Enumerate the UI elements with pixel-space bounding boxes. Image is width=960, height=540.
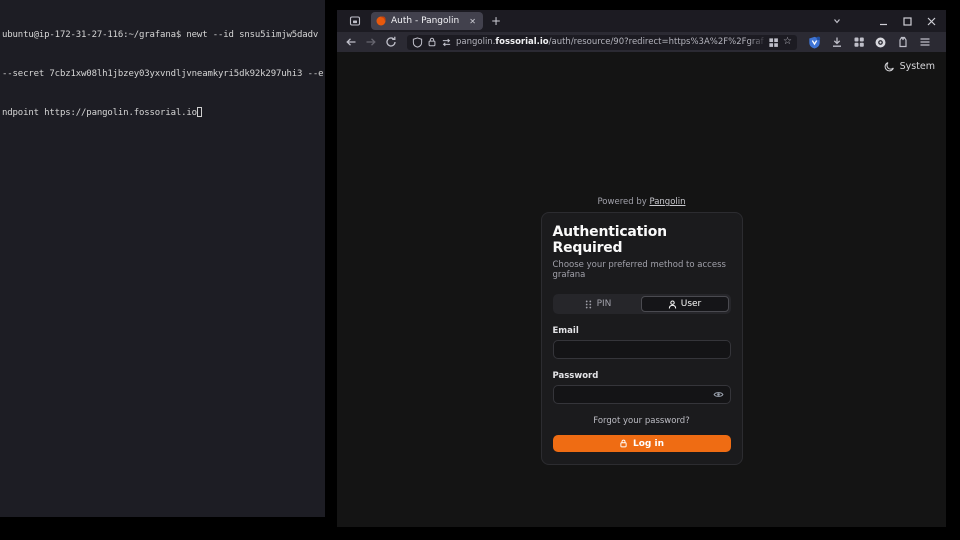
- auth-method-tabs: PIN User: [553, 294, 731, 314]
- tab-title: Auth - Pangolin: [391, 16, 462, 26]
- email-field-wrap: [553, 340, 731, 359]
- adblock-shield-icon[interactable]: [807, 35, 822, 50]
- card-title: Authentication Required: [553, 224, 731, 256]
- show-password-eye-icon[interactable]: [713, 389, 724, 400]
- tab-auth-pangolin[interactable]: Auth - Pangolin ✕: [371, 12, 483, 30]
- url-fade: [749, 35, 767, 50]
- pangolin-favicon: [376, 16, 386, 26]
- circle-extension-icon[interactable]: [873, 35, 888, 50]
- card-subtitle: Choose your preferred method to access g…: [553, 260, 731, 280]
- downloads-icon[interactable]: [829, 35, 844, 50]
- auth-card: Authentication Required Choose your pref…: [541, 212, 743, 465]
- terminal-cursor: [197, 107, 202, 117]
- email-input[interactable]: [560, 345, 724, 355]
- containers-grid-icon[interactable]: [768, 37, 779, 48]
- keypad-icon: [584, 300, 593, 309]
- tab-user-label: User: [681, 299, 702, 309]
- url-text: pangolin.fossorial.io/auth/resource/90?r…: [456, 37, 764, 47]
- new-tab-button[interactable]: +: [487, 12, 505, 30]
- tab-close-icon[interactable]: ✕: [467, 17, 478, 26]
- bookmark-star-icon[interactable]: ☆: [783, 37, 792, 47]
- terminal-line: ndpoint https://pangolin.fossorial.io: [2, 107, 323, 120]
- terminal-line: ubuntu@ip-172-31-27-116:~/grafana$ newt …: [2, 29, 323, 42]
- email-label: Email: [553, 326, 731, 336]
- powered-by: Powered by Pangolin: [597, 197, 685, 207]
- terminal-window[interactable]: ubuntu@ip-172-31-27-116:~/grafana$ newt …: [0, 0, 325, 517]
- menu-hamburger-icon[interactable]: [917, 35, 932, 50]
- forgot-password-link[interactable]: Forgot your password?: [553, 416, 731, 426]
- maximize-icon[interactable]: [900, 14, 914, 28]
- page-content: System Powered by Pangolin Authenticatio…: [337, 52, 946, 527]
- minimize-icon[interactable]: [876, 14, 890, 28]
- pangolin-link[interactable]: Pangolin: [649, 197, 685, 207]
- tracking-protection-shield-icon[interactable]: [412, 37, 423, 48]
- theme-toggle-label: System: [900, 61, 935, 72]
- tab-pin-label: PIN: [597, 299, 612, 309]
- desktop: ubuntu@ip-172-31-27-116:~/grafana$ newt …: [0, 0, 960, 540]
- url-bar[interactable]: pangolin.fossorial.io/auth/resource/90?r…: [407, 35, 797, 50]
- browser-tab-bar: Auth - Pangolin ✕ +: [337, 10, 946, 32]
- forward-icon[interactable]: [363, 34, 379, 50]
- password-label: Password: [553, 371, 731, 381]
- tabs-list-chevron-icon[interactable]: [830, 14, 844, 28]
- back-icon[interactable]: [343, 34, 359, 50]
- password-input[interactable]: [560, 390, 713, 400]
- tab-pin[interactable]: PIN: [555, 296, 641, 312]
- browser-window: Auth - Pangolin ✕ +: [337, 10, 946, 527]
- auth-container: Powered by Pangolin Authentication Requi…: [337, 197, 946, 465]
- https-lock-icon[interactable]: [427, 37, 437, 47]
- close-window-icon[interactable]: [924, 14, 938, 28]
- toolbar-extension-icons: [807, 35, 932, 50]
- window-controls: [830, 14, 938, 28]
- extensions-icon[interactable]: [851, 35, 866, 50]
- firefox-view-icon[interactable]: [345, 12, 365, 30]
- moon-icon: [884, 61, 895, 72]
- login-button[interactable]: Log in: [553, 435, 731, 452]
- theme-toggle[interactable]: System: [884, 61, 935, 72]
- login-lock-icon: [619, 439, 628, 448]
- reload-icon[interactable]: [383, 34, 399, 50]
- tab-user[interactable]: User: [641, 296, 729, 312]
- user-icon: [668, 300, 677, 309]
- account-extension-icon[interactable]: [895, 35, 910, 50]
- login-button-label: Log in: [633, 439, 664, 449]
- password-field-wrap: [553, 385, 731, 404]
- terminal-line: --secret 7cbz1xw08lh1jbzey03yxvndljvneam…: [2, 68, 323, 81]
- browser-toolbar: pangolin.fossorial.io/auth/resource/90?r…: [337, 32, 946, 52]
- switch-arrows-icon[interactable]: [441, 37, 452, 48]
- terminal-output: ubuntu@ip-172-31-27-116:~/grafana$ newt …: [0, 0, 325, 149]
